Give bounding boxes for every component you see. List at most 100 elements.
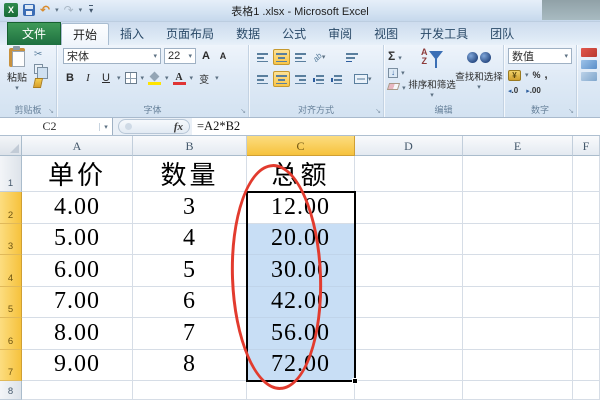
tab-review[interactable]: 审阅: [317, 24, 363, 45]
font-size-input[interactable]: 22 ▾: [164, 48, 196, 64]
cell-F6[interactable]: [573, 318, 600, 350]
cell-E4[interactable]: [463, 255, 573, 287]
autosum-icon[interactable]: Σ ▾: [388, 49, 406, 63]
cell-B5[interactable]: 6: [133, 286, 247, 318]
underline-button[interactable]: U: [99, 70, 113, 86]
font-size-dropdown-icon[interactable]: ▾: [188, 52, 192, 60]
increase-decimal-icon[interactable]: ◂.0: [508, 86, 518, 95]
row-header-8[interactable]: 8: [0, 381, 22, 400]
cell-F8[interactable]: [573, 381, 600, 400]
cell-styles-icon[interactable]: [581, 72, 597, 81]
phonetic-guide-icon[interactable]: 变: [197, 70, 211, 86]
cell-A2[interactable]: 4.00: [22, 192, 133, 224]
row-header-4[interactable]: 4: [0, 255, 22, 287]
find-select-button[interactable]: 查找和选择 ▾: [455, 48, 503, 91]
cell-F5[interactable]: [573, 286, 600, 318]
decrease-decimal-icon[interactable]: ▸.00: [526, 86, 541, 95]
column-header-D[interactable]: D: [355, 136, 463, 156]
shrink-font-icon[interactable]: A: [216, 48, 230, 64]
tab-team[interactable]: 团队: [479, 24, 525, 45]
row-header-7[interactable]: 7: [0, 349, 22, 381]
insert-function-button[interactable]: fx: [118, 119, 190, 134]
column-header-C[interactable]: C: [247, 136, 355, 156]
cell-B3[interactable]: 4: [133, 223, 247, 255]
fill-handle[interactable]: [352, 378, 358, 384]
cell-C3[interactable]: 20.00: [247, 223, 355, 255]
cell-D3[interactable]: [355, 223, 463, 255]
name-box[interactable]: C2 ▾: [0, 118, 113, 135]
cell-F2[interactable]: [573, 192, 600, 224]
row-header-3[interactable]: 3: [0, 223, 22, 255]
format-painter-icon[interactable]: [32, 78, 44, 88]
merge-center-icon[interactable]: ▾: [352, 71, 374, 87]
cell-C2[interactable]: 12.00: [247, 192, 355, 224]
cell-D6[interactable]: [355, 318, 463, 350]
cell-F1[interactable]: [573, 156, 600, 192]
cell-D7[interactable]: [355, 349, 463, 381]
align-middle-icon[interactable]: [273, 49, 290, 65]
align-center-icon[interactable]: [273, 71, 290, 87]
number-format-dropdown-icon[interactable]: ▾: [564, 52, 568, 60]
alignment-dialog-launcher-icon[interactable]: ↘: [375, 108, 381, 115]
cell-C8[interactable]: [247, 381, 355, 400]
tab-page-layout[interactable]: 页面布局: [155, 24, 225, 45]
cell-D1[interactable]: [355, 156, 463, 192]
row-header-6[interactable]: 6: [0, 318, 22, 350]
tab-formulas[interactable]: 公式: [271, 24, 317, 45]
phonetic-dropdown-icon[interactable]: ▾: [215, 74, 219, 82]
cell-A3[interactable]: 5.00: [22, 223, 133, 255]
tab-data[interactable]: 数据: [225, 24, 271, 45]
wrap-text-icon[interactable]: [344, 49, 360, 65]
conditional-formatting-icon[interactable]: [581, 48, 597, 57]
name-box-dropdown-icon[interactable]: ▾: [99, 122, 112, 131]
cell-E2[interactable]: [463, 192, 573, 224]
cell-B4[interactable]: 5: [133, 255, 247, 287]
cell-F7[interactable]: [573, 349, 600, 381]
clear-icon[interactable]: ▾: [386, 81, 406, 93]
tab-file[interactable]: 文件: [7, 22, 62, 45]
cell-E6[interactable]: [463, 318, 573, 350]
cell-B1[interactable]: 数量: [133, 156, 247, 192]
align-top-icon[interactable]: [255, 49, 270, 65]
cell-C7[interactable]: 72.00: [247, 349, 355, 381]
borders-icon[interactable]: [124, 72, 137, 84]
font-color-icon[interactable]: A: [172, 72, 186, 85]
cell-A6[interactable]: 8.00: [22, 318, 133, 350]
fill-color-dropdown-icon[interactable]: ▾: [165, 74, 169, 82]
clipboard-dialog-launcher-icon[interactable]: ↘: [48, 108, 54, 115]
cell-A8[interactable]: [22, 381, 133, 400]
cell-A7[interactable]: 9.00: [22, 349, 133, 381]
paste-dropdown-icon[interactable]: ▾: [4, 84, 30, 92]
number-dialog-launcher-icon[interactable]: ↘: [568, 108, 574, 115]
cell-C5[interactable]: 42.00: [247, 286, 355, 318]
find-select-dropdown-icon[interactable]: ▾: [455, 83, 503, 91]
cell-B6[interactable]: 7: [133, 318, 247, 350]
cell-B8[interactable]: [133, 381, 247, 400]
cell-F3[interactable]: [573, 223, 600, 255]
cell-C4[interactable]: 30.00: [247, 255, 355, 287]
number-format-select[interactable]: 数值 ▾: [508, 48, 572, 64]
tab-view[interactable]: 视图: [363, 24, 409, 45]
font-name-input[interactable]: 宋体 ▾: [63, 48, 161, 64]
bold-button[interactable]: B: [63, 70, 77, 86]
cell-D2[interactable]: [355, 192, 463, 224]
formula-input[interactable]: =A2*B2: [192, 118, 600, 135]
comma-style-icon[interactable]: ,: [545, 69, 548, 81]
column-header-A[interactable]: A: [22, 136, 133, 156]
align-bottom-icon[interactable]: [293, 49, 308, 65]
cell-C1[interactable]: 总额: [247, 156, 355, 192]
font-color-dropdown-icon[interactable]: ▾: [190, 74, 194, 82]
underline-dropdown-icon[interactable]: ▾: [117, 74, 121, 82]
accounting-dropdown-icon[interactable]: ▾: [525, 71, 529, 79]
cell-A5[interactable]: 7.00: [22, 286, 133, 318]
cell-D8[interactable]: [355, 381, 463, 400]
italic-button[interactable]: I: [81, 70, 95, 86]
tab-home[interactable]: 开始: [61, 23, 110, 45]
cell-E8[interactable]: [463, 381, 573, 400]
cell-B2[interactable]: 3: [133, 192, 247, 224]
row-header-1[interactable]: 1: [0, 156, 22, 192]
row-header-2[interactable]: 2: [0, 192, 22, 224]
format-as-table-icon[interactable]: [581, 60, 597, 69]
tab-insert[interactable]: 插入: [109, 24, 155, 45]
grow-font-icon[interactable]: A: [199, 48, 213, 64]
